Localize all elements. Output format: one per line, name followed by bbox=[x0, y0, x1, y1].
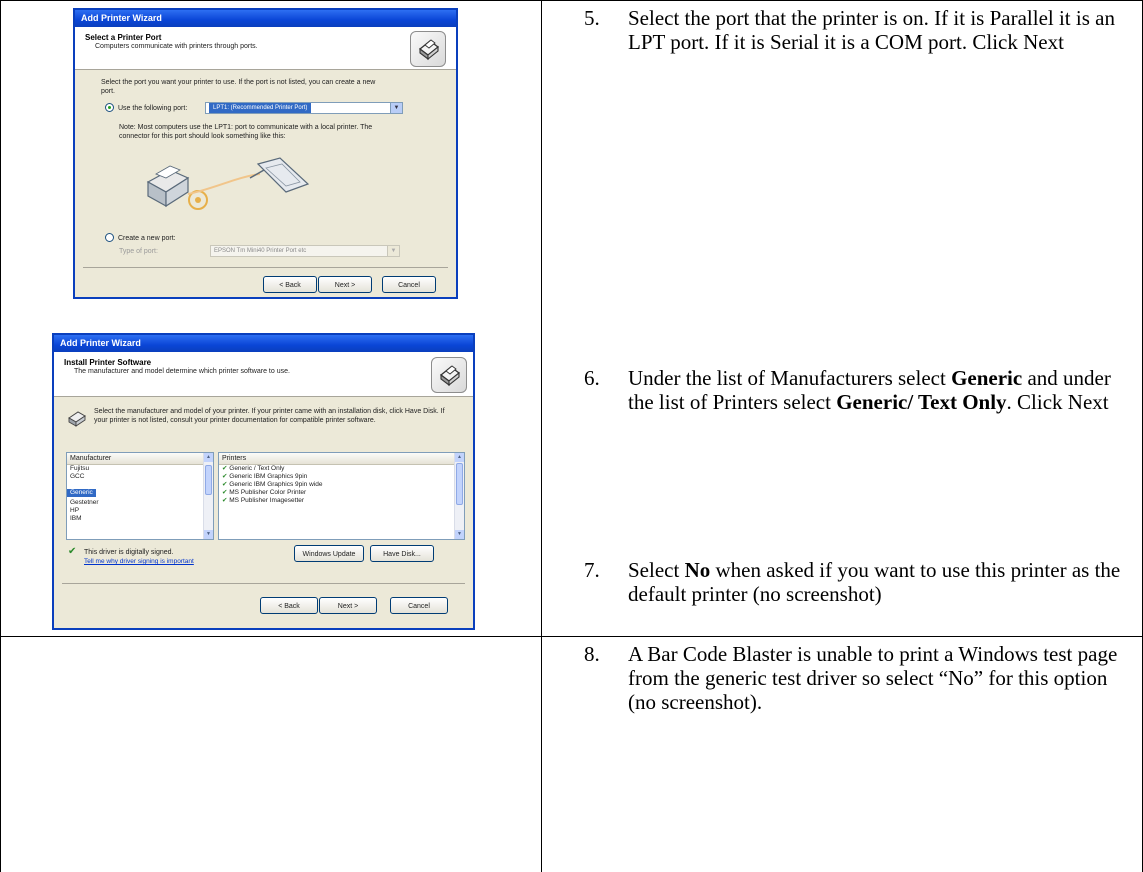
have-disk-button[interactable]: Have Disk... bbox=[370, 545, 434, 562]
header-subtitle: Computers communicate with printers thro… bbox=[95, 43, 258, 50]
step-7-text-part: Select bbox=[628, 558, 685, 582]
step-6-text: Under the list of Manufacturers select G… bbox=[628, 366, 1129, 414]
printer-icon bbox=[66, 407, 88, 429]
list-item-selected[interactable]: Generic bbox=[67, 489, 96, 497]
port-type-select[interactable]: EPSON Tm Mini40 Printer Port etc ▼ bbox=[210, 245, 400, 257]
scroll-down-icon[interactable]: ▼ bbox=[455, 530, 464, 539]
header-title: Install Printer Software bbox=[64, 358, 152, 367]
step-6-text-part: . Click Next bbox=[1006, 390, 1109, 414]
list-item[interactable]: ✔ MS Publisher Imagesetter bbox=[219, 497, 464, 505]
chevron-down-icon: ▼ bbox=[390, 103, 402, 113]
cancel-button[interactable]: Cancel bbox=[382, 276, 436, 293]
cancel-button[interactable]: Cancel bbox=[390, 597, 448, 614]
step-7-text: Select No when asked if you want to use … bbox=[628, 558, 1129, 606]
list-item[interactable]: IBM bbox=[67, 515, 213, 523]
back-button[interactable]: < Back bbox=[263, 276, 317, 293]
wizard-header: Select a Printer Port Computers communic… bbox=[75, 27, 456, 70]
step-7-bold-no: No bbox=[684, 558, 711, 582]
list-item[interactable]: ✔ MS Publisher Color Printer bbox=[219, 489, 464, 497]
scroll-up-icon[interactable]: ▲ bbox=[455, 453, 464, 462]
manufacturer-scrollbar[interactable]: ▲ ▼ bbox=[203, 453, 213, 539]
list-item-label: Generic IBM Graphics 9pin bbox=[229, 473, 308, 480]
list-item[interactable]: ✔ Generic / Text Only bbox=[219, 465, 464, 473]
select-port-wizard-screenshot: Add Printer Wizard Select a Printer Port… bbox=[73, 8, 458, 299]
list-item[interactable]: ✔ Generic IBM Graphics 9pin wide bbox=[219, 481, 464, 489]
scroll-thumb[interactable] bbox=[205, 465, 212, 495]
printer-icon bbox=[431, 357, 467, 393]
table-row-divider bbox=[0, 636, 1143, 637]
driver-signing-link[interactable]: Tell me why driver signing is important bbox=[84, 558, 194, 565]
create-new-port-radio[interactable] bbox=[105, 233, 114, 242]
port-select-value: LPT1: (Recommended Printer Port) bbox=[209, 103, 312, 113]
step-8: 8. A Bar Code Blaster is unable to print… bbox=[584, 642, 1129, 714]
list-item-row: Generic bbox=[67, 481, 213, 499]
printers-list-header: Printers bbox=[219, 453, 464, 465]
list-item[interactable]: ✔ Generic IBM Graphics 9pin bbox=[219, 473, 464, 481]
signed-driver-icon: ✔ bbox=[222, 481, 228, 488]
scroll-thumb[interactable] bbox=[456, 463, 463, 505]
printer-icon bbox=[410, 31, 446, 67]
table-column-divider bbox=[541, 0, 542, 872]
table-border-top bbox=[0, 0, 1143, 1]
scroll-up-icon[interactable]: ▲ bbox=[204, 453, 213, 462]
list-item[interactable]: GCC bbox=[67, 473, 213, 481]
step-8-text: A Bar Code Blaster is unable to print a … bbox=[628, 642, 1118, 714]
header-title: Select a Printer Port bbox=[85, 33, 162, 42]
step-6-bold-generic: Generic bbox=[951, 366, 1023, 390]
list-item[interactable]: Fujitsu bbox=[67, 465, 213, 473]
next-button[interactable]: Next > bbox=[318, 276, 372, 293]
manufacturer-list-header: Manufacturer bbox=[67, 453, 213, 465]
list-item[interactable]: HP bbox=[67, 507, 213, 515]
step-7: 7. Select No when asked if you want to u… bbox=[584, 558, 1129, 606]
port-note-text: Note: Most computers use the LPT1: port … bbox=[119, 124, 373, 140]
step-5: 5. Select the port that the printer is o… bbox=[584, 6, 1129, 54]
list-item-label: Generic / Text Only bbox=[229, 465, 285, 472]
signed-driver-icon: ✔ bbox=[222, 473, 228, 480]
use-following-port-radio[interactable] bbox=[105, 103, 114, 112]
signed-driver-icon: ✔ bbox=[222, 465, 228, 472]
signed-driver-icon: ✔ bbox=[222, 497, 228, 504]
printers-scrollbar[interactable]: ▲ ▼ bbox=[454, 453, 464, 539]
software-intro-text: Select the manufacturer and model of you… bbox=[94, 408, 445, 424]
list-item-label: MS Publisher Color Printer bbox=[229, 489, 307, 496]
step-7-number: 7. bbox=[584, 558, 600, 582]
signed-driver-icon: ✔ bbox=[68, 546, 77, 557]
signed-driver-icon: ✔ bbox=[222, 489, 228, 496]
chevron-down-icon: ▼ bbox=[387, 246, 399, 256]
driver-signed-text: This driver is digitally signed. bbox=[84, 549, 174, 556]
header-subtitle: The manufacturer and model determine whi… bbox=[74, 368, 290, 375]
list-item-label: MS Publisher Imagesetter bbox=[229, 497, 305, 504]
wizard-button-separator bbox=[62, 583, 465, 584]
next-button[interactable]: Next > bbox=[319, 597, 377, 614]
step-6-text-part: Under the list of Manufacturers select bbox=[628, 366, 952, 390]
port-type-value: EPSON Tm Mini40 Printer Port etc bbox=[214, 248, 307, 254]
wizard-header: Install Printer Software The manufacture… bbox=[54, 352, 473, 397]
window-title: Add Printer Wizard bbox=[75, 10, 456, 27]
table-border-left bbox=[0, 0, 1, 872]
manufacturer-list[interactable]: Manufacturer Fujitsu GCC Generic Gestetn… bbox=[66, 452, 214, 540]
list-item[interactable]: Gestetner bbox=[67, 499, 213, 507]
create-new-port-label: Create a new port: bbox=[118, 235, 176, 242]
type-of-port-label: Type of port: bbox=[119, 248, 158, 255]
step-6-number: 6. bbox=[584, 366, 600, 390]
windows-update-button[interactable]: Windows Update bbox=[294, 545, 364, 562]
scroll-down-icon[interactable]: ▼ bbox=[204, 530, 213, 539]
parallel-connector-illustration bbox=[130, 150, 330, 230]
step-8-number: 8. bbox=[584, 642, 600, 666]
back-button[interactable]: < Back bbox=[260, 597, 318, 614]
install-printer-software-wizard-screenshot: Add Printer Wizard Install Printer Softw… bbox=[52, 333, 475, 630]
step-6: 6. Under the list of Manufacturers selec… bbox=[584, 366, 1129, 414]
port-select[interactable]: LPT1: (Recommended Printer Port) ▼ bbox=[205, 102, 403, 114]
port-intro-text: Select the port you want your printer to… bbox=[101, 79, 376, 95]
list-item-label: Generic IBM Graphics 9pin wide bbox=[229, 481, 323, 488]
step-5-text: Select the port that the printer is on. … bbox=[628, 6, 1115, 54]
step-5-number: 5. bbox=[584, 6, 600, 30]
window-title: Add Printer Wizard bbox=[54, 335, 473, 352]
step-6-bold-text-only: Generic/ Text Only bbox=[836, 390, 1007, 414]
use-following-port-label: Use the following port: bbox=[118, 105, 188, 112]
printers-list[interactable]: Printers ✔ Generic / Text Only ✔ Generic… bbox=[218, 452, 465, 540]
wizard-button-separator bbox=[83, 267, 448, 268]
